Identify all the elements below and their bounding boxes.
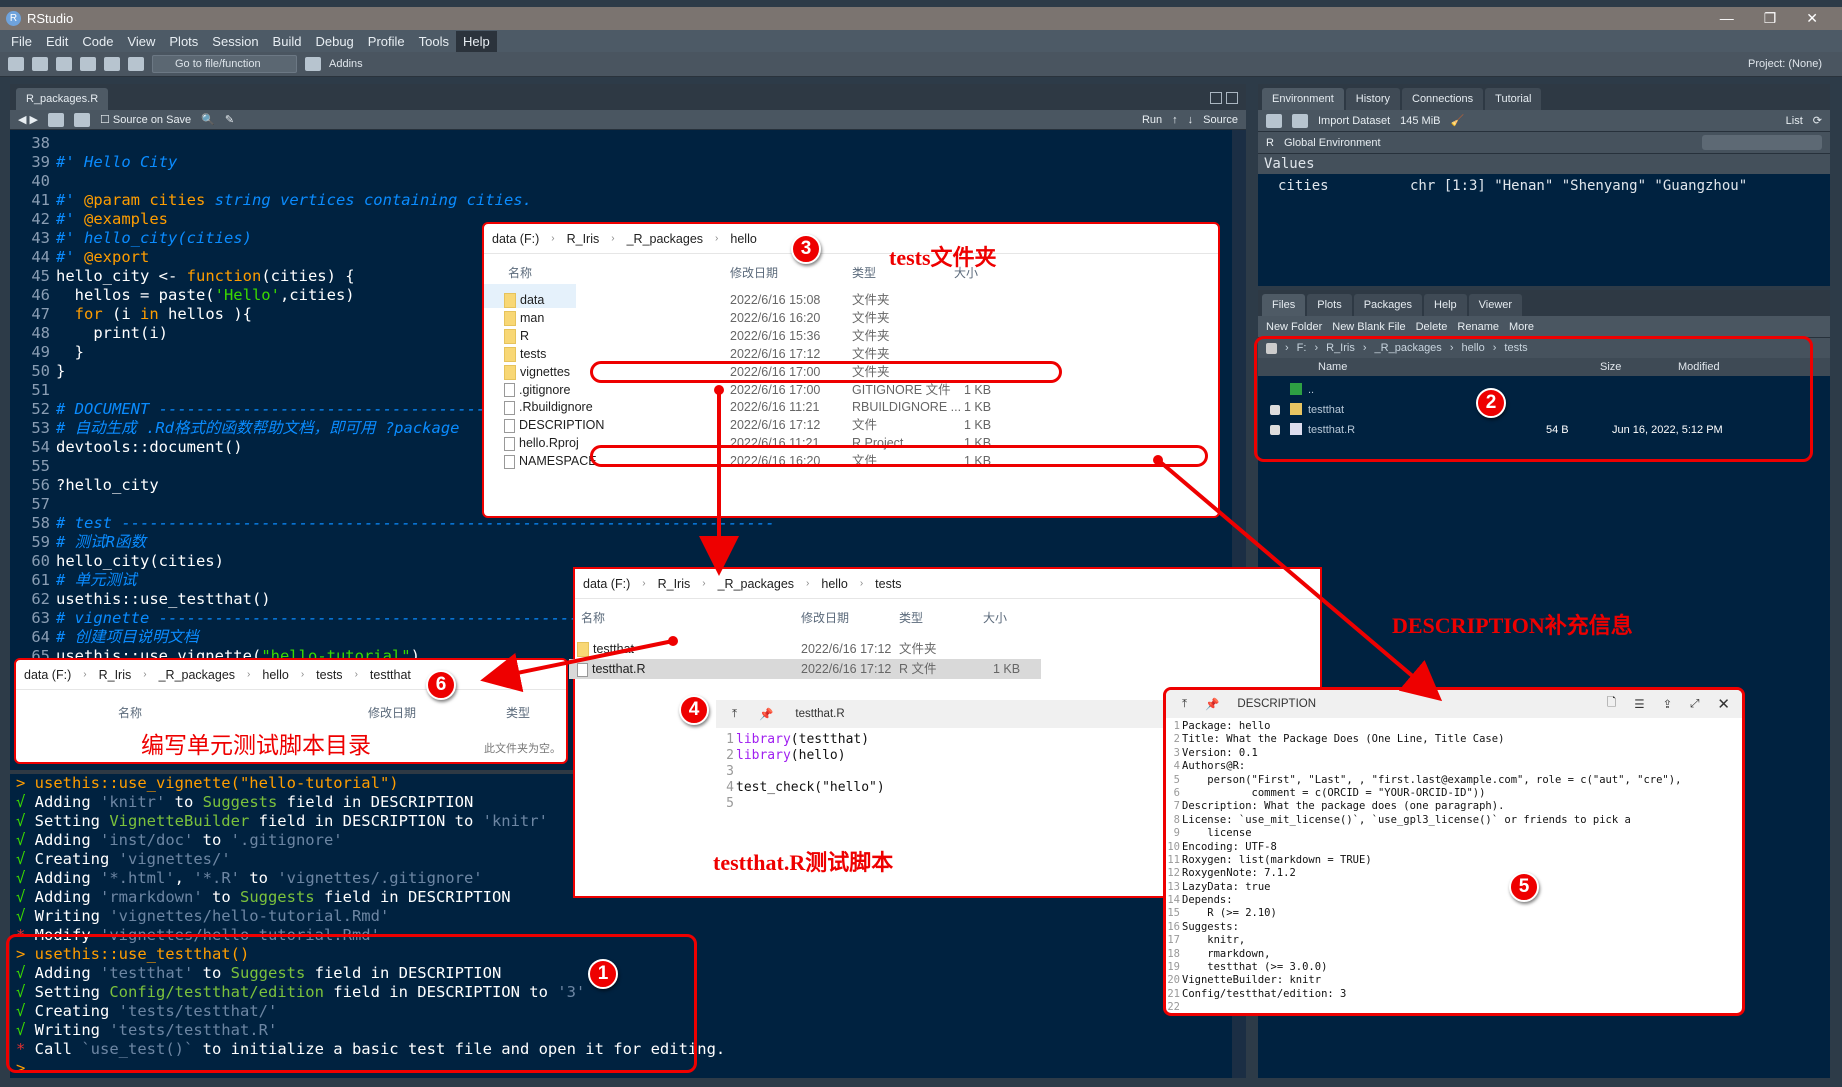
badge-5: 5 — [1509, 872, 1539, 902]
badge-6: 6 — [426, 670, 456, 700]
arrow-description-to-viewer — [1156, 458, 1443, 702]
annotation-arrows — [480, 385, 1443, 702]
annotation-tests-folder: tests文件夹 — [889, 245, 997, 270]
badge-2: 2 — [1476, 388, 1506, 418]
badge-1: 1 — [588, 959, 618, 989]
badge-4: 4 — [679, 695, 709, 725]
annotation-testthat-script: testthat.R测试脚本 — [713, 850, 894, 875]
annotation-test-dir: 编写单元测试脚本目录 — [141, 733, 371, 758]
annotation-description: DESCRIPTION补充信息 — [1392, 613, 1633, 638]
arrow-testthat-to-explorer6 — [480, 639, 674, 693]
badge-3: 3 — [791, 234, 821, 264]
